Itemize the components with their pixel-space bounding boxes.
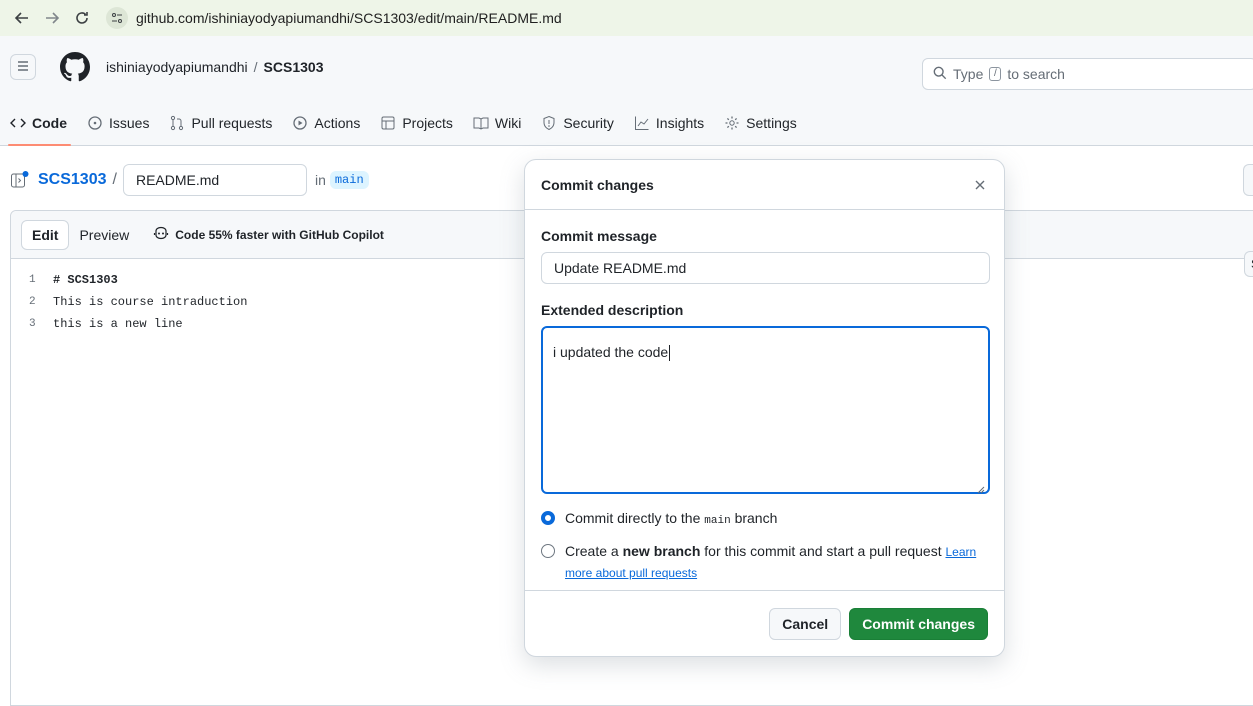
extended-description-textarea[interactable]: i updated the code (541, 326, 990, 494)
hamburger-icon (17, 59, 29, 75)
code-icon (10, 115, 26, 131)
tab-label: Projects (402, 115, 453, 131)
option1-prefix: Commit directly to the (565, 510, 701, 526)
copilot-text: Code 55% faster with GitHub Copilot (175, 227, 384, 242)
edit-tab[interactable]: Edit (21, 219, 70, 250)
tab-label: Issues (109, 115, 150, 131)
repo-nav-tabs: Code Issues Pull requests Actions Projec… (8, 106, 797, 146)
search-input[interactable]: Type / to search (922, 58, 1253, 90)
repo-link[interactable]: SCS1303 (264, 59, 324, 75)
line-number: 1 (29, 274, 36, 286)
menu-button[interactable] (10, 54, 36, 80)
table-icon (380, 115, 396, 131)
option2-prefix: Create a (565, 543, 619, 559)
browser-address-bar: github.com/ishiniayodyapiumandhi/SCS1303… (0, 0, 1253, 36)
tab-issues[interactable]: Issues (87, 106, 149, 140)
tab-label: Insights (655, 115, 705, 131)
line-content: this is a new line (53, 317, 183, 331)
commit-message-input[interactable]: Update README.md (541, 252, 990, 284)
repo-name-link[interactable]: SCS1303 (38, 171, 107, 189)
tab-label: Settings (746, 115, 797, 131)
gear-icon (724, 115, 740, 131)
close-icon[interactable] (972, 177, 988, 193)
dialog-body: Commit message Update README.md Extended… (525, 210, 1004, 583)
line-number: 2 (29, 296, 36, 308)
search-placeholder-suffix: to search (1007, 66, 1065, 82)
text-caret (669, 345, 671, 362)
line-number: 3 (29, 318, 36, 330)
commit-changes-button[interactable]: Commit changes (849, 607, 988, 640)
option1-branch: main (704, 515, 731, 527)
dialog-header: Commit changes (525, 160, 1004, 210)
tab-label: Actions (314, 115, 361, 131)
in-label: in (314, 172, 326, 188)
file-tree-toggle-icon[interactable] (10, 170, 30, 190)
tab-actions[interactable]: Actions (292, 106, 360, 140)
tab-label: Pull requests (191, 115, 273, 131)
url-text: github.com/ishiniayodyapiumandhi/SCS1303… (136, 10, 562, 26)
option1-suffix: branch (734, 510, 778, 526)
tab-insights[interactable]: Insights (634, 106, 704, 140)
copilot-icon (153, 225, 169, 244)
filename-input[interactable]: README.md (122, 164, 307, 196)
tab-wiki[interactable]: Wiki (473, 106, 521, 140)
option2-suffix: for this commit and start a pull request (704, 543, 942, 559)
new-branch-label: Create a new branch for this commit and … (565, 541, 988, 583)
dialog-title: Commit changes (541, 176, 654, 193)
line-content: # SCS1303 (53, 273, 118, 287)
commit-direct-radio[interactable] (541, 511, 555, 525)
url-field[interactable]: github.com/ishiniayodyapiumandhi/SCS1303… (106, 5, 562, 31)
issue-icon (87, 115, 103, 131)
reload-icon[interactable] (70, 6, 94, 30)
search-placeholder-prefix: Type (953, 66, 984, 82)
tab-pull-requests[interactable]: Pull requests (169, 106, 272, 140)
preview-tab[interactable]: Preview (69, 220, 139, 250)
site-info-icon[interactable] (106, 7, 128, 29)
tab-label: Security (563, 115, 614, 131)
search-shortcut-key: / (989, 67, 1002, 81)
forward-arrow-icon[interactable] (40, 6, 64, 30)
play-icon (292, 115, 308, 131)
commit-message-label: Commit message (541, 228, 657, 244)
tab-settings[interactable]: Settings (724, 106, 797, 140)
new-branch-option[interactable]: Create a new branch for this commit and … (541, 543, 988, 583)
github-logo-icon[interactable] (60, 52, 90, 82)
resize-handle-icon[interactable] (977, 481, 985, 494)
tab-security[interactable]: Security (541, 106, 614, 140)
tab-code[interactable]: Code (8, 106, 71, 146)
commit-direct-option[interactable]: Commit directly to the main branch (541, 510, 988, 527)
tab-label: Code (32, 115, 67, 131)
back-arrow-icon[interactable] (10, 6, 34, 30)
option2-bold: new branch (622, 543, 701, 559)
github-header: ishiniayodyapiumandhi / SCS1303 Type / t… (0, 36, 1253, 146)
extended-description-text: i updated the code (553, 344, 669, 360)
new-branch-radio[interactable] (541, 544, 555, 558)
search-icon (933, 66, 947, 83)
book-icon (473, 115, 489, 131)
branch-badge: main (329, 171, 369, 189)
extended-description-label: Extended description (541, 302, 684, 318)
spaces-select[interactable]: S (1244, 251, 1253, 277)
cancel-changes-button[interactable] (1243, 164, 1253, 196)
tab-label: Wiki (494, 115, 522, 131)
dialog-footer: Cancel Commit changes (525, 590, 1004, 656)
commit-dialog: Commit changes Commit message Update REA… (524, 159, 1005, 657)
breadcrumb-separator: / (253, 59, 258, 75)
commit-direct-label: Commit directly to the main branch (565, 510, 777, 527)
line-content: This is course intraduction (53, 295, 248, 309)
shield-icon (541, 115, 557, 131)
owner-link[interactable]: ishiniayodyapiumandhi (106, 59, 248, 75)
copilot-promo[interactable]: Code 55% faster with GitHub Copilot (153, 225, 384, 244)
repo-breadcrumb: ishiniayodyapiumandhi / SCS1303 (106, 59, 323, 75)
pull-request-icon (169, 115, 185, 131)
path-separator: / (112, 171, 117, 188)
graph-icon (634, 115, 650, 131)
cancel-button[interactable]: Cancel (769, 607, 842, 640)
tab-projects[interactable]: Projects (380, 106, 453, 140)
